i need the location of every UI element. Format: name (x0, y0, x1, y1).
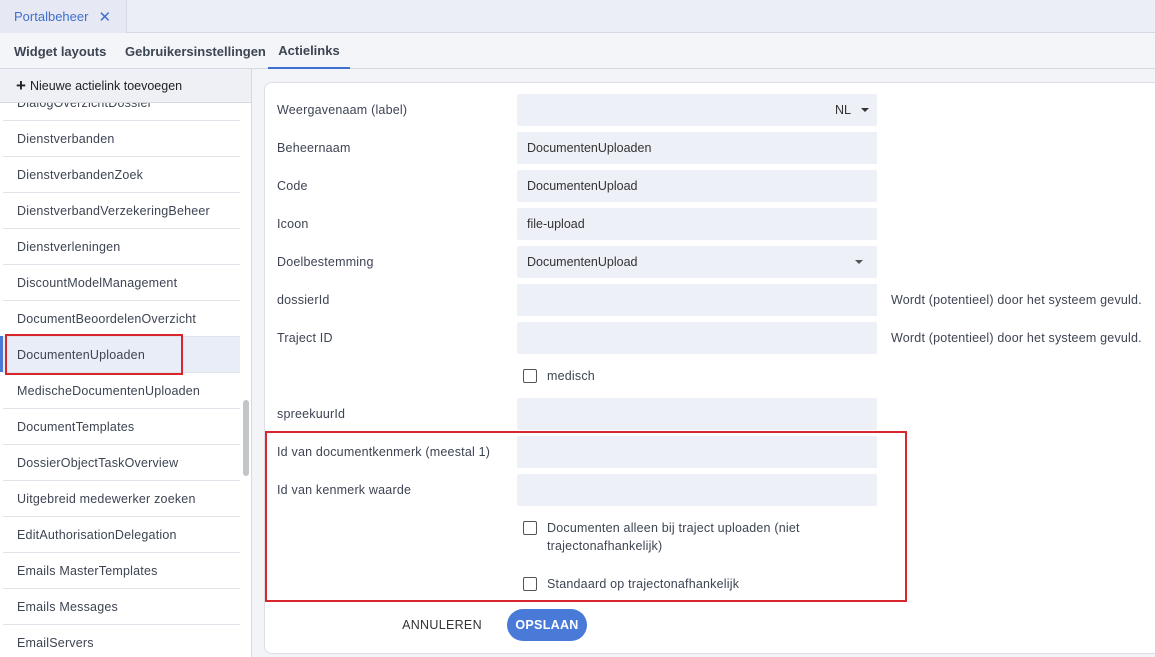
language-value: NL (835, 103, 851, 117)
list-item[interactable]: Dienstverleningen (3, 229, 240, 265)
code-input[interactable]: DocumentenUpload (517, 170, 877, 202)
standaard-checkbox[interactable] (523, 577, 537, 591)
code-label: Code (277, 179, 308, 193)
cancel-button[interactable]: ANNULEREN (399, 609, 485, 641)
tab-widget-layouts[interactable]: Widget layouts (14, 33, 106, 69)
dossierid-input[interactable] (517, 284, 877, 316)
list-item[interactable]: DienstverbandVerzekeringBeheer (3, 193, 240, 229)
list-item[interactable]: DiscountModelManagement (3, 265, 240, 301)
plus-icon: + (16, 76, 26, 95)
documentkenmerk-label: Id van documentkenmerk (meestal 1) (277, 445, 491, 459)
kenmerkwaarde-input[interactable] (517, 474, 877, 506)
list-item-selected[interactable]: DocumentenUploaden (3, 337, 240, 373)
list-item[interactable]: DienstverbandenZoek (3, 157, 240, 193)
form-panel (264, 82, 1155, 654)
window-tab-portalbeheer[interactable]: Portalbeheer ✕ (0, 0, 127, 33)
spreekuurid-input[interactable] (517, 398, 877, 430)
window-tab-label: Portalbeheer (14, 9, 89, 24)
tab-actielinks[interactable]: Actielinks (268, 33, 350, 69)
list-item[interactable]: DocumentTemplates (3, 409, 240, 445)
trajectid-hint: Wordt (potentieel) door het systeem gevu… (891, 331, 1142, 345)
documentkenmerk-input[interactable] (517, 436, 877, 468)
spreekuurid-label: spreekuurId (277, 407, 346, 421)
dossierid-label: dossierId (277, 293, 330, 307)
app: Portalbeheer ✕ Widget layouts Gebruikers… (0, 0, 1155, 657)
list-item[interactable]: MedischeDocumentenUploaden (3, 373, 240, 409)
alleen-traject-checkbox[interactable] (523, 521, 537, 535)
weergavenaam-label: Weergavenaam (label) (277, 103, 408, 117)
new-actielink-label: Nieuwe actielink toevoegen (29, 78, 183, 93)
list-item[interactable]: Emails Messages (3, 589, 240, 625)
medisch-checkbox[interactable] (523, 369, 537, 383)
icoon-label: Icoon (277, 217, 309, 231)
window-tab-strip: Portalbeheer ✕ (0, 0, 1155, 33)
dossierid-hint: Wordt (potentieel) door het systeem gevu… (891, 293, 1142, 307)
list-item[interactable]: DocumentBeoordelenOverzicht (3, 301, 240, 337)
kenmerkwaarde-label: Id van kenmerk waarde (277, 483, 412, 497)
trajectid-label: Traject ID (277, 331, 333, 345)
language-select[interactable]: NL (517, 94, 877, 126)
tab-gebruikersinstellingen[interactable]: Gebruikersinstellingen (125, 33, 266, 69)
list-item[interactable]: Emails MasterTemplates (3, 553, 240, 589)
icoon-input[interactable]: file-upload (517, 208, 877, 240)
beheernaam-label: Beheernaam (277, 141, 351, 155)
close-icon[interactable]: ✕ (98, 8, 111, 26)
alleen-traject-label: Documenten alleen bij traject uploaden (… (547, 521, 800, 553)
save-button[interactable]: OPSLAAN (507, 609, 587, 641)
list-item[interactable]: DossierObjectTaskOverview (3, 445, 240, 481)
selected-indicator (0, 336, 3, 372)
actielink-list[interactable]: DialogOverzichtDossier Dienstverbanden D… (3, 103, 240, 657)
trajectid-input[interactable] (517, 322, 877, 354)
list-item[interactable]: Dienstverbanden (3, 121, 240, 157)
list-item[interactable]: DialogOverzichtDossier (3, 103, 240, 121)
scrollbar-track[interactable] (241, 103, 251, 657)
list-item[interactable]: EmailServers (3, 625, 240, 657)
doelbestemming-label: Doelbestemming (277, 255, 374, 269)
sub-tab-bar: Widget layouts Gebruikersinstellingen Ac… (0, 33, 1155, 69)
scrollbar-thumb[interactable] (243, 400, 249, 476)
list-item[interactable]: EditAuthorisationDelegation (3, 517, 240, 553)
standaard-label: Standaard op trajectonafhankelijk (547, 577, 740, 591)
caret-down-icon (855, 260, 863, 264)
list-item[interactable]: Uitgebreid medewerker zoeken (3, 481, 240, 517)
caret-down-icon (861, 108, 869, 112)
beheernaam-input[interactable]: DocumentenUploaden (517, 132, 877, 164)
medisch-label: medisch (547, 369, 595, 383)
new-actielink-button[interactable]: + Nieuwe actielink toevoegen (0, 69, 251, 103)
doelbestemming-value: DocumentenUpload (527, 255, 638, 269)
doelbestemming-select[interactable]: DocumentenUpload (517, 246, 877, 278)
sidebar: + Nieuwe actielink toevoegen DialogOverz… (0, 69, 252, 657)
